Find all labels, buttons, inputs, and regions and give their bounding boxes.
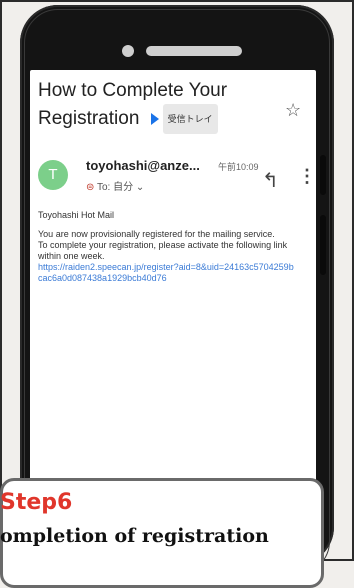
body-line-1: You are now provisionally registered for… (38, 229, 275, 239)
inbox-label[interactable]: 受信トレイ (150, 104, 218, 134)
email-body: Toyohashi Hot Mail You are now provision… (38, 210, 306, 284)
email-time: 午前10:09 (218, 162, 259, 172)
body-line-2: To complete your registration, please ac… (38, 240, 288, 261)
body-greeting: Toyohashi Hot Mail (38, 210, 115, 220)
registration-link[interactable]: https://raiden2.speecan.jp/register?aid=… (38, 262, 306, 284)
reply-icon[interactable]: ↰ (262, 168, 279, 193)
volume-button (320, 155, 326, 195)
recipient-text: To: 自分 ⌄ (96, 182, 145, 193)
avatar[interactable]: T (38, 160, 68, 190)
step-label: Step6 (0, 490, 73, 515)
recipient-mark-icon: ⊜ (86, 182, 97, 193)
step-title: ompletion of registration (0, 525, 269, 547)
camera-icon (122, 45, 134, 57)
sender-row: T toyohashi@anze... 午前10:09 ⊜ To: 自分 ⌄ ↰… (38, 158, 316, 200)
email-screen: How to Complete Your Registration 受信トレイ … (30, 70, 316, 500)
recipient-line[interactable]: ⊜ To: 自分 ⌄ (86, 178, 144, 193)
speaker-grille (146, 46, 242, 56)
star-icon[interactable]: ☆ (285, 100, 301, 121)
power-button (320, 215, 326, 275)
label-arrow-icon (150, 113, 159, 125)
more-options-icon[interactable]: ⋮ (298, 166, 316, 187)
email-subject: How to Complete Your Registration 受信トレイ (38, 78, 278, 134)
inbox-label-text: 受信トレイ (162, 104, 218, 134)
sender-address[interactable]: toyohashi@anze... (86, 158, 200, 173)
